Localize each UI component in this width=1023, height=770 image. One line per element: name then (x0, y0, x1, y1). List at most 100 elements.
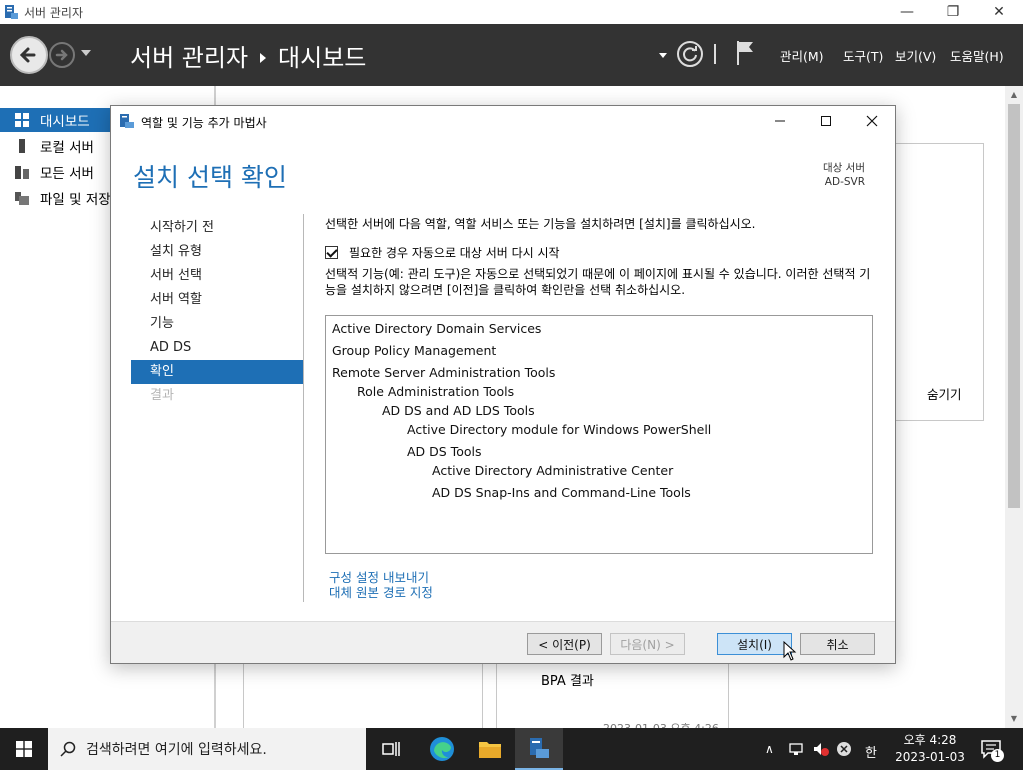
sidebar-item-dashboard[interactable]: 대시보드 (0, 108, 110, 132)
menu-manage[interactable]: 관리(M) (780, 46, 824, 65)
close-button[interactable]: ✕ (976, 0, 1022, 24)
scroll-up-icon[interactable]: ▲ (1008, 90, 1020, 102)
refresh-icon (683, 46, 697, 62)
wizard-footer: < 이전(P) 다음(N) > 설치(I) 취소 (111, 621, 895, 663)
wizard-icon (120, 114, 134, 128)
notifications-flag-icon[interactable] (735, 39, 755, 65)
notification-count-badge: 1 (991, 749, 1004, 762)
destination-server-name: AD-SVR (824, 176, 865, 188)
previous-button[interactable]: < 이전(P) (527, 633, 602, 655)
search-placeholder: 검색하려면 여기에 입력하세요. (86, 742, 267, 758)
export-settings-link[interactable]: 구성 설정 내보내기 (329, 570, 433, 585)
feature-item: AD DS Snap-Ins and Command-Line Tools (432, 485, 691, 500)
scrollbar-thumb[interactable] (1008, 104, 1020, 508)
step-features[interactable]: 기능 (131, 312, 303, 336)
hide-link[interactable]: 숨기기 (927, 384, 962, 403)
feature-item: Active Directory Administrative Center (432, 463, 674, 478)
history-dropdown-icon[interactable] (81, 50, 91, 56)
breadcrumb-current: 대시보드 (278, 44, 367, 72)
alternate-source-path-link[interactable]: 대체 원본 경로 지정 (329, 585, 433, 600)
sidebar-item-all-servers[interactable]: 모든 서버 (0, 160, 110, 184)
maximize-icon (821, 116, 831, 126)
refresh-button[interactable] (677, 41, 703, 67)
menu-help[interactable]: 도움말(H) (950, 46, 1004, 65)
feature-item: Group Policy Management (332, 343, 497, 358)
step-installation-type[interactable]: 설치 유형 (131, 240, 303, 264)
task-view-icon (382, 742, 400, 756)
wizard-titlebar: 역할 및 기능 추가 마법사 (111, 106, 895, 136)
breadcrumb-root[interactable]: 서버 관리자 (130, 44, 248, 72)
folder-icon (479, 742, 501, 758)
search-icon (60, 741, 76, 757)
menu-view[interactable]: 보기(V) (895, 46, 936, 65)
server-manager-taskbar-button[interactable] (515, 728, 563, 770)
step-server-roles[interactable]: 서버 역할 (131, 288, 303, 312)
server-manager-icon (5, 5, 18, 19)
next-button[interactable]: 다음(N) > (610, 633, 685, 655)
bpa-results-link[interactable]: BPA 결과 (541, 670, 594, 689)
edge-button[interactable] (418, 728, 466, 770)
task-view-button[interactable] (367, 728, 415, 770)
header-dropdown-icon[interactable] (659, 53, 667, 58)
server-icon (19, 139, 25, 153)
restore-button[interactable]: ❐ (930, 0, 976, 24)
show-hidden-icons-icon[interactable]: ∧ (765, 742, 774, 756)
restart-checkbox[interactable] (325, 246, 338, 259)
install-button[interactable]: 설치(I) (717, 633, 792, 655)
server-manager-icon (530, 738, 549, 758)
step-results: 결과 (150, 388, 174, 403)
steps-divider (303, 214, 304, 602)
taskbar-search-box[interactable]: 검색하려면 여기에 입력하세요. (48, 728, 366, 770)
cancel-button[interactable]: 취소 (800, 633, 875, 655)
menu-tools[interactable]: 도구(T) (843, 46, 883, 65)
ime-indicator[interactable]: 한 (865, 742, 877, 761)
breadcrumb-separator-icon (260, 52, 267, 63)
sidebar-item-file-storage[interactable]: 파일 및 저장소 서비스 (0, 186, 110, 210)
window-title: 서버 관리자 (24, 6, 84, 20)
server-manager-header: 서버 관리자 대시보드 관리(M) 도구(T) 보기(V) 도움말(H) (0, 24, 1023, 86)
scroll-down-icon[interactable]: ▼ (1008, 714, 1020, 726)
volume-muted-icon[interactable] (812, 741, 830, 757)
start-button[interactable] (0, 728, 48, 770)
sidebar-item-label: 모든 서버 (40, 166, 94, 182)
taskbar: 검색하려면 여기에 입력하세요. ∧ 한 오후 4:28 2023-01-03 (0, 728, 1023, 770)
wizard-maximize-button[interactable] (803, 106, 849, 136)
step-confirmation[interactable]: 확인 (131, 360, 303, 384)
forward-arrow-icon (55, 49, 68, 61)
selected-features-list[interactable]: Active Directory Domain Services Group P… (325, 315, 873, 554)
minimize-icon (775, 120, 785, 122)
mouse-cursor-icon (783, 641, 797, 661)
optional-features-note: 선택적 기능(예: 관리 도구)은 자동으로 선택되었기 때문에 이 페이지에 … (325, 267, 871, 297)
add-roles-wizard-dialog: 역할 및 기능 추가 마법사 설치 선택 확인 대상 서버 AD-SVR 시작하… (110, 105, 896, 664)
destination-server-label: 대상 서버 (823, 162, 865, 174)
dashboard-icon (15, 113, 29, 127)
restart-option: 필요한 경우 자동으로 대상 서버 다시 시작 (325, 244, 560, 261)
feature-item: Remote Server Administration Tools (332, 365, 556, 380)
install-instruction: 선택한 서버에 다음 역할, 역할 서비스 또는 기능을 설치하려면 [설치]를… (325, 217, 756, 231)
breadcrumb: 서버 관리자 대시보드 (130, 38, 366, 73)
sidebar-item-local-server[interactable]: 로컬 서버 (0, 134, 110, 158)
step-before-you-begin[interactable]: 시작하기 전 (131, 216, 303, 240)
file-explorer-button[interactable] (466, 728, 514, 770)
window-titlebar: 서버 관리자 — ❐ ✕ (0, 0, 1023, 24)
wizard-close-button[interactable] (849, 106, 895, 136)
feature-item: AD DS Tools (407, 444, 482, 459)
server-group-tile: BPA 결과 2023-01-03 오후 4:26 (496, 660, 729, 735)
wizard-minimize-button[interactable] (757, 106, 803, 136)
back-button[interactable] (10, 36, 48, 74)
clock-time: 오후 4:28 (903, 733, 957, 747)
restart-checkbox-label[interactable]: 필요한 경우 자동으로 대상 서버 다시 시작 (349, 244, 560, 261)
destination-server: 대상 서버 AD-SVR (823, 161, 865, 189)
forward-button[interactable] (49, 42, 75, 68)
header-divider (714, 44, 716, 64)
status-x-icon[interactable] (836, 741, 852, 757)
taskbar-clock[interactable]: 오후 4:28 2023-01-03 (890, 732, 970, 766)
step-server-selection[interactable]: 서버 선택 (131, 264, 303, 288)
sidebar-item-label: 로컬 서버 (40, 140, 94, 156)
wizard-steps: 시작하기 전 설치 유형 서버 선택 서버 역할 기능 AD DS 확인 결과 (131, 216, 303, 408)
sidebar-item-label: 대시보드 (40, 114, 90, 130)
step-ad-ds[interactable]: AD DS (131, 336, 303, 360)
minimize-button[interactable]: — (884, 0, 930, 24)
edge-icon (430, 737, 454, 761)
network-icon[interactable] (788, 741, 804, 757)
